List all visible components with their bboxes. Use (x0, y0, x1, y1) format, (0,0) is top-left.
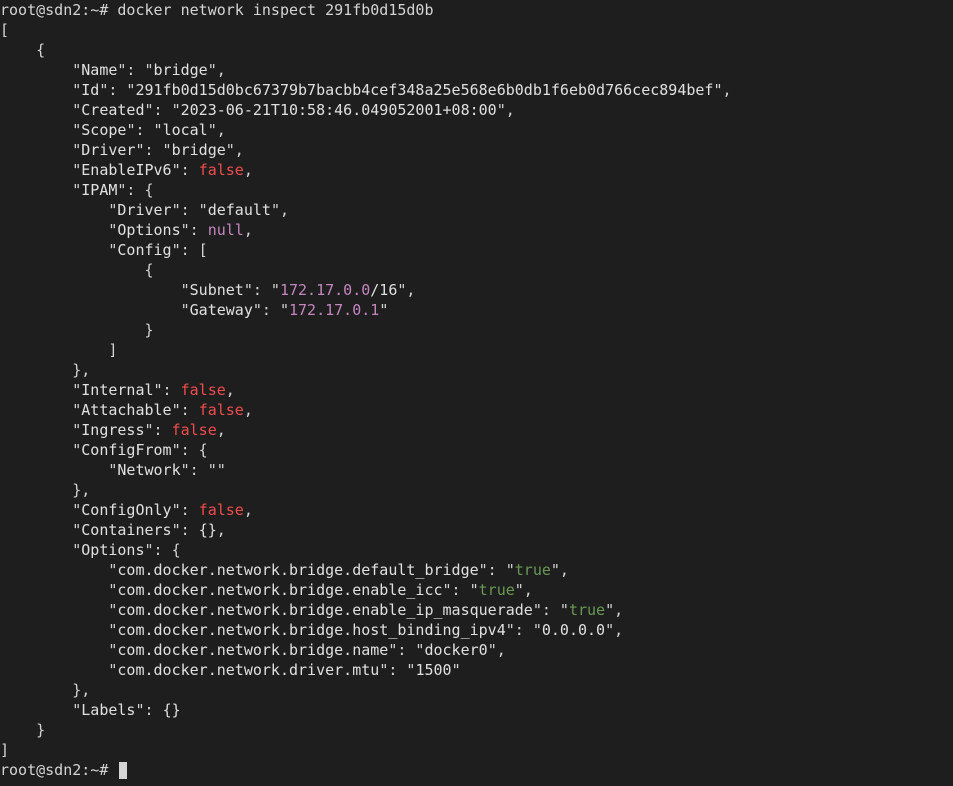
json-opt6: "com.docker.network.driver.mtu": "1500" (0, 660, 953, 680)
json-name: "Name": "bridge", (0, 60, 953, 80)
json-labels: "Labels": {} (0, 700, 953, 720)
json-ipam-driver: "Driver": "default", (0, 200, 953, 220)
json-opt2: "com.docker.network.bridge.enable_icc": … (0, 580, 953, 600)
json-configfrom-close: }, (0, 480, 953, 500)
json-attachable: "Attachable": false, (0, 400, 953, 420)
json-enableipv6: "EnableIPv6": false, (0, 160, 953, 180)
json-open-bracket: [ (0, 20, 953, 40)
json-ipam-config-open: "Config": [ (0, 240, 953, 260)
shell-prompt: root@sdn2:~# (0, 1, 108, 19)
cursor-icon (119, 762, 127, 779)
json-opt4: "com.docker.network.bridge.host_binding_… (0, 620, 953, 640)
json-configonly: "ConfigOnly": false, (0, 500, 953, 520)
json-close-bracket: ] (0, 740, 953, 760)
json-ipam-config-brace-close: } (0, 320, 953, 340)
json-ipam-options: "Options": null, (0, 220, 953, 240)
json-options-close: }, (0, 680, 953, 700)
shell-prompt-end: root@sdn2:~# (0, 761, 108, 779)
prompt-line-end: root@sdn2:~# (0, 760, 953, 780)
json-opt3: "com.docker.network.bridge.enable_ip_mas… (0, 600, 953, 620)
json-ingress: "Ingress": false, (0, 420, 953, 440)
json-opt5: "com.docker.network.bridge.name": "docke… (0, 640, 953, 660)
json-configfrom-open: "ConfigFrom": { (0, 440, 953, 460)
json-close-brace: } (0, 720, 953, 740)
json-gateway: "Gateway": "172.17.0.1" (0, 300, 953, 320)
json-containers: "Containers": {}, (0, 520, 953, 540)
typed-command: docker network inspect 291fb0d15d0b (117, 1, 433, 19)
json-configfrom-network: "Network": "" (0, 460, 953, 480)
json-scope: "Scope": "local", (0, 120, 953, 140)
json-driver: "Driver": "bridge", (0, 140, 953, 160)
json-options-open: "Options": { (0, 540, 953, 560)
json-ipam-open: "IPAM": { (0, 180, 953, 200)
json-opt1: "com.docker.network.bridge.default_bridg… (0, 560, 953, 580)
json-id: "Id": "291fb0d15d0bc67379b7bacbb4cef348a… (0, 80, 953, 100)
json-ipam-close: }, (0, 360, 953, 380)
json-created: "Created": "2023-06-21T10:58:46.04905200… (0, 100, 953, 120)
json-ipam-config-brace: { (0, 260, 953, 280)
terminal-output[interactable]: root@sdn2:~# docker network inspect 291f… (0, 0, 953, 780)
json-ipam-config-close: ] (0, 340, 953, 360)
json-open-brace: { (0, 40, 953, 60)
json-internal: "Internal": false, (0, 380, 953, 400)
json-subnet: "Subnet": "172.17.0.0/16", (0, 280, 953, 300)
prompt-line: root@sdn2:~# docker network inspect 291f… (0, 0, 953, 20)
